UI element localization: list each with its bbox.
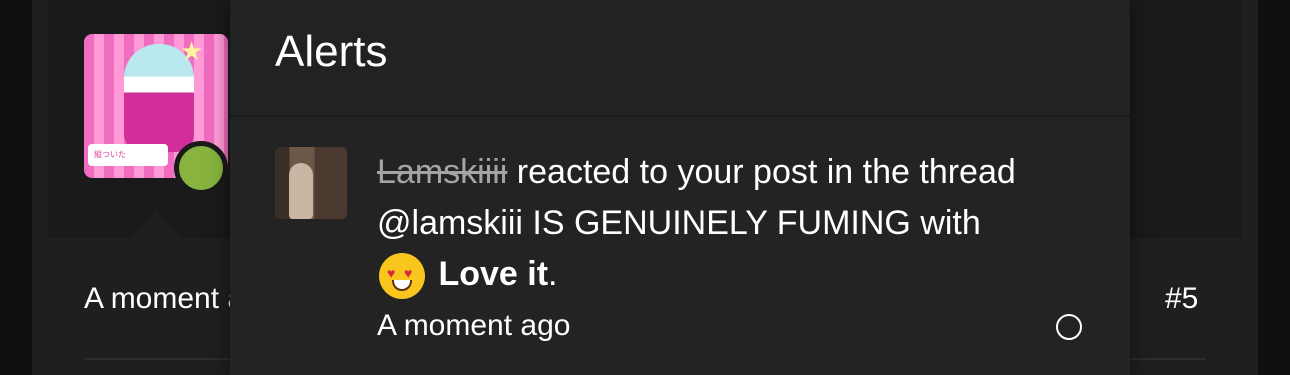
alert-user-avatar[interactable] xyxy=(275,147,347,219)
online-status-icon xyxy=(174,141,228,195)
mark-read-toggle-icon[interactable] xyxy=(1056,314,1082,340)
alerts-header: Alerts xyxy=(230,0,1130,117)
star-icon: ★ xyxy=(180,36,204,66)
alert-item[interactable]: Lamskiiii reacted to your post in the th… xyxy=(230,117,1130,375)
right-gutter xyxy=(1258,0,1290,375)
heart-eyes-emoji-icon: ♥ ♥ xyxy=(379,253,425,300)
alerts-title: Alerts xyxy=(275,27,388,76)
avatar-caption: 縦ついた xyxy=(88,144,168,166)
alert-timestamp: A moment ago xyxy=(377,309,571,342)
alert-username[interactable]: Lamskiiii xyxy=(377,153,507,191)
alerts-popup: Alerts Lamskiiii reacted to your post in… xyxy=(230,0,1130,375)
post-number-link[interactable]: #5 xyxy=(1165,282,1198,316)
heart-eye-right-icon: ♥ xyxy=(404,265,413,282)
emoji-mouth xyxy=(392,280,412,292)
alert-text-after: . xyxy=(548,255,558,293)
alert-message: Lamskiiii reacted to your post in the th… xyxy=(377,147,1027,300)
avatar-person xyxy=(289,163,313,219)
left-gutter xyxy=(0,0,32,375)
post-pointer xyxy=(130,210,182,238)
heart-eye-left-icon: ♥ xyxy=(387,265,396,282)
reaction-label: Love it xyxy=(438,255,549,293)
